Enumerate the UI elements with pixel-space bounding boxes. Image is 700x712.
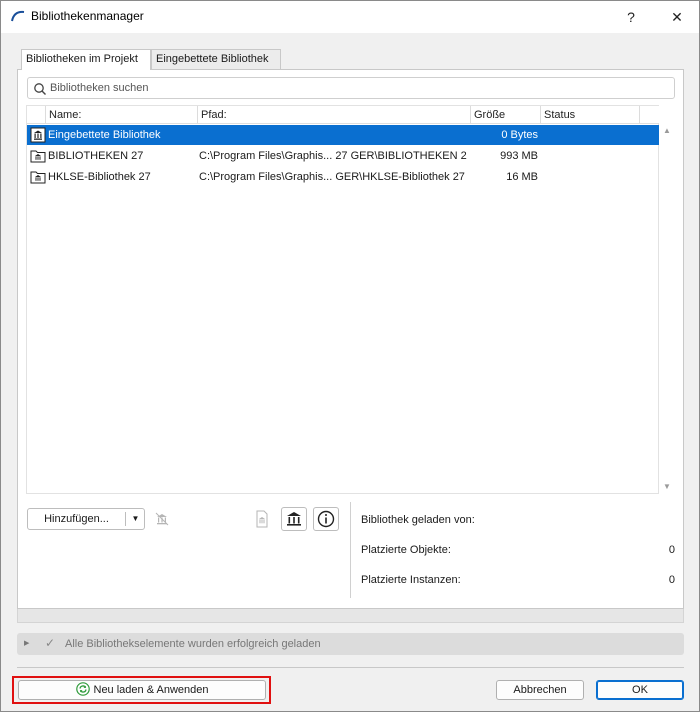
row-size: 0 Bytes <box>501 129 538 141</box>
column-header-path[interactable]: Pfad: <box>197 106 470 124</box>
info-icon <box>317 510 335 528</box>
panel-footer-strip <box>17 609 684 623</box>
chevron-down-icon[interactable]: ▼ <box>126 509 145 529</box>
search-field[interactable] <box>27 77 675 99</box>
library-document-button[interactable] <box>249 507 275 531</box>
remove-library-icon <box>155 512 169 526</box>
table-row[interactable]: Eingebettete Bibliothek 0 Bytes <box>27 125 660 145</box>
column-header-name[interactable]: Name: <box>45 106 197 124</box>
embedded-library-icon <box>30 127 46 143</box>
column-header-size[interactable]: Größe <box>470 106 540 124</box>
table-scrollbar[interactable]: ▲ ▼ <box>659 123 675 494</box>
archicad-logo-icon <box>11 10 25 22</box>
library-building-icon <box>287 512 301 526</box>
row-path: C:\Program Files\Graphis... GER\HKLSE-Bi… <box>199 171 465 183</box>
footer-divider <box>17 667 684 668</box>
library-folder-icon <box>30 171 46 184</box>
remove-library-button[interactable] <box>149 507 175 531</box>
library-document-icon <box>256 510 268 528</box>
reload-apply-button[interactable]: Neu laden & Anwenden <box>18 680 266 700</box>
add-library-split-button: Hinzufügen... ▼ <box>27 508 145 530</box>
window-title: Bibliothekenmanager <box>31 9 144 23</box>
row-size: 993 MB <box>500 150 538 162</box>
add-library-button[interactable]: Hinzufügen... <box>28 509 125 529</box>
scroll-up-arrow-icon[interactable]: ▲ <box>662 127 672 135</box>
row-name: BIBLIOTHEKEN 27 <box>48 150 144 162</box>
help-button[interactable]: ? <box>609 1 653 33</box>
table-row[interactable]: BIBLIOTHEKEN 27 C:\Program Files\Graphis… <box>27 146 660 166</box>
placed-objects-label: Platzierte Objekte: <box>361 544 451 556</box>
library-table: Name: Pfad: Größe Status Eingebettete Bi… <box>26 105 660 494</box>
reload-icon <box>75 682 90 696</box>
placed-instances-value: 0 <box>668 574 675 586</box>
info-divider <box>350 502 351 598</box>
tab-libraries-in-project[interactable]: Bibliotheken im Projekt <box>21 49 151 70</box>
row-size: 16 MB <box>506 171 538 183</box>
row-name: HKLSE-Bibliothek 27 <box>48 171 151 183</box>
info-button[interactable] <box>313 507 339 531</box>
placed-objects-value: 0 <box>668 544 675 556</box>
placed-instances-label: Platzierte Instanzen: <box>361 574 461 586</box>
table-header: Name: Pfad: Größe Status <box>27 106 660 124</box>
cancel-button[interactable]: Abbrechen <box>496 680 584 700</box>
ok-button[interactable]: OK <box>596 680 684 700</box>
load-status-bar[interactable]: ▶ ✓ Alle Bibliothekselemente wurden erfo… <box>17 633 684 655</box>
row-path <box>199 125 467 145</box>
search-icon <box>34 83 46 95</box>
close-button[interactable]: ✕ <box>655 1 699 33</box>
checkmark-icon: ✓ <box>45 636 56 650</box>
table-row[interactable]: HKLSE-Bibliothek 27 C:\Program Files\Gra… <box>27 167 660 187</box>
library-manager-dialog: Bibliothekenmanager ? ✕ Bibliotheken im … <box>0 0 700 712</box>
tab-embedded-library[interactable]: Eingebettete Bibliothek <box>151 49 281 69</box>
row-path: C:\Program Files\Graphis... 27 GER\BIBLI… <box>199 150 467 162</box>
row-name: Eingebettete Bibliothek <box>48 129 161 141</box>
column-header-status[interactable]: Status <box>540 106 640 124</box>
load-status-text: Alle Bibliothekselemente wurden erfolgre… <box>65 638 321 650</box>
reload-apply-label: Neu laden & Anwenden <box>93 684 209 696</box>
expand-caret-icon[interactable]: ▶ <box>24 639 29 647</box>
title-bar: Bibliothekenmanager ? ✕ <box>1 1 699 33</box>
library-building-button[interactable] <box>281 507 307 531</box>
scroll-down-arrow-icon[interactable]: ▼ <box>662 483 672 491</box>
loaded-from-label: Bibliothek geladen von: <box>361 514 475 526</box>
search-input[interactable] <box>50 80 650 96</box>
library-folder-icon <box>30 150 46 163</box>
